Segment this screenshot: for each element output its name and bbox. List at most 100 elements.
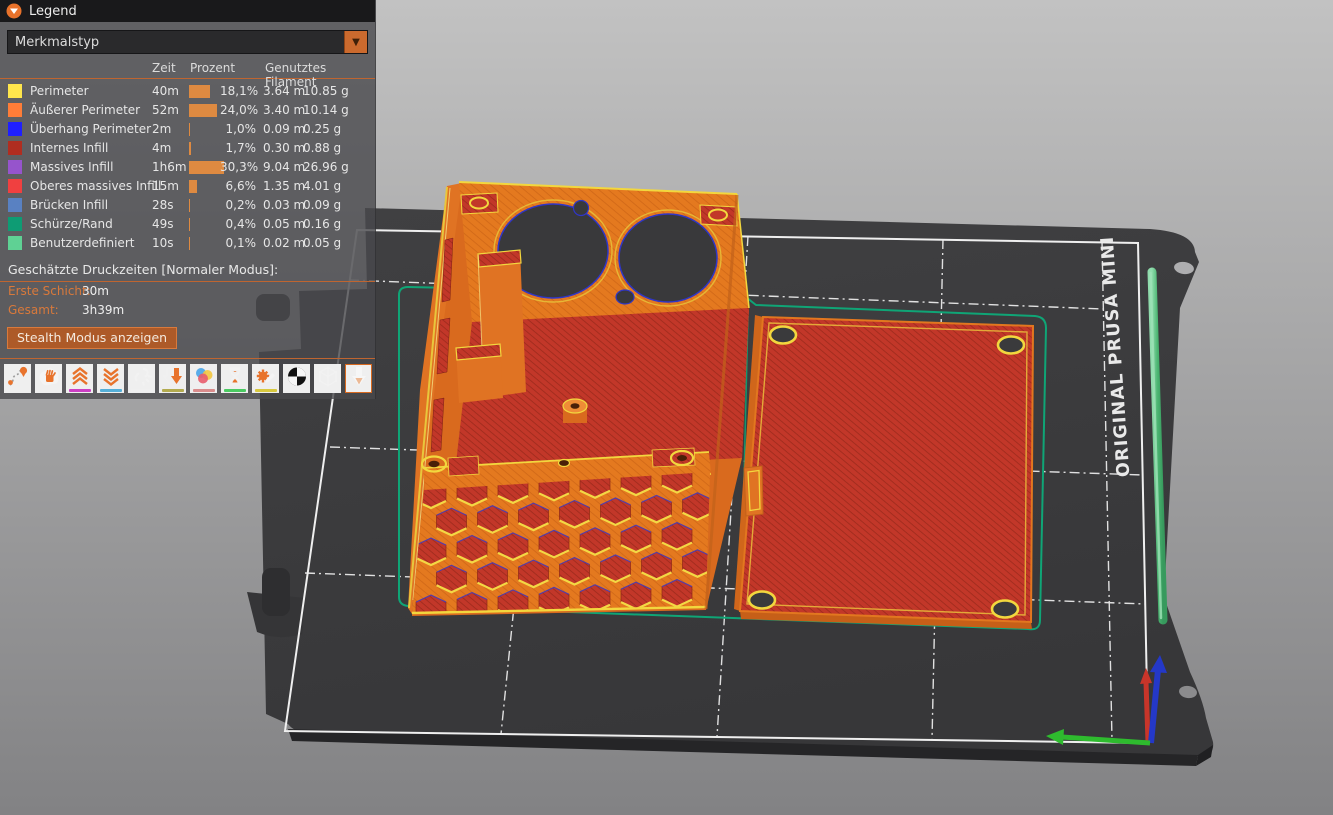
feature-type-row[interactable]: Benutzerdefiniert10s0,1%0.02 m0.05 g — [0, 234, 375, 253]
feature-label: Internes Infill — [30, 141, 108, 155]
lid-side-tab — [744, 466, 763, 516]
filament-weight: 10.85 g — [303, 84, 349, 98]
feature-color-swatch — [8, 179, 22, 193]
feature-percent: 1,0% — [220, 122, 256, 136]
percent-bar — [189, 199, 190, 212]
feature-color-swatch — [8, 217, 22, 231]
col-time: Zeit — [152, 61, 176, 75]
tool-marker-button[interactable] — [345, 364, 372, 393]
feature-time: 49s — [152, 217, 174, 231]
wipe-moves-button[interactable] — [35, 364, 62, 393]
model-enclosure-box[interactable] — [408, 182, 749, 622]
seams-button[interactable] — [128, 364, 155, 393]
view-type-dropdown[interactable]: Merkmalstyp ▼ — [7, 30, 368, 54]
color-changes-button[interactable] — [190, 364, 217, 393]
feature-percent: 0,2% — [220, 198, 256, 212]
legend-header[interactable]: Legend — [0, 0, 375, 22]
pause-prints-button[interactable] — [221, 364, 248, 393]
filament-weight: 26.96 g — [303, 160, 349, 174]
feature-percent: 1,7% — [220, 141, 256, 155]
feature-label: Schürze/Rand — [30, 217, 113, 231]
filament-weight: 10.14 g — [303, 103, 349, 117]
filament-weight: 0.25 g — [303, 122, 341, 136]
feature-percent: 0,4% — [220, 217, 256, 231]
feature-type-row[interactable]: Perimeter 40m 18,1% 3.64 m10.85 g — [0, 82, 375, 101]
feature-type-row[interactable]: Brücken Infill28s0,2%0.03 m0.09 g — [0, 196, 375, 215]
filament-length: 3.40 m — [263, 103, 305, 117]
col-percent: Prozent — [190, 61, 235, 75]
feature-percent: 18,1% — [220, 84, 256, 98]
filament-weight: 0.88 g — [303, 141, 341, 155]
bed-knob-lower — [262, 568, 290, 616]
filament-length: 1.35 m — [263, 179, 305, 193]
filament-weight: 0.05 g — [303, 236, 341, 250]
percent-bar — [189, 104, 217, 117]
feature-color-swatch — [8, 198, 22, 212]
custom-gcodes-button[interactable] — [252, 364, 279, 393]
feature-time: 2m — [152, 122, 171, 136]
deretractions-button[interactable] — [97, 364, 124, 393]
view-type-value: Merkmalstyp — [8, 35, 344, 50]
feature-time: 40m — [152, 84, 179, 98]
feature-type-row[interactable]: Schürze/Rand49s0,4%0.05 m0.16 g — [0, 215, 375, 234]
first-layer-value: 30m — [82, 284, 109, 298]
percent-bar — [189, 123, 190, 136]
feature-label: Benutzerdefiniert — [30, 236, 134, 250]
center-of-mass-button[interactable] — [283, 364, 310, 393]
percent-bar — [189, 218, 190, 231]
filament-length: 0.05 m — [263, 217, 305, 231]
feature-type-row[interactable]: Internes Infill 4m 1,7% 0.30 m0.88 g — [0, 139, 375, 158]
feature-time: 15m — [152, 179, 179, 193]
estimates-heading: Geschätzte Druckzeiten [Normaler Modus]: — [0, 257, 375, 281]
custom-gcodes-icon — [254, 365, 278, 388]
dropdown-arrow-icon[interactable]: ▼ — [344, 31, 367, 53]
filament-length: 3.64 m — [263, 84, 305, 98]
fan-hole-right — [619, 214, 717, 302]
legend-table-header: Zeit Prozent Genutztes Filament — [0, 58, 375, 78]
feature-time: 1h6m — [152, 160, 187, 174]
deretractions-icon — [99, 365, 123, 388]
feature-percent: 24,0% — [220, 103, 256, 117]
feature-type-row[interactable]: Überhang Perimeter2m1,0%0.09 m0.25 g — [0, 120, 375, 139]
percent-bar — [189, 161, 224, 174]
feature-time: 28s — [152, 198, 174, 212]
feature-label: Äußerer Perimeter — [30, 103, 140, 117]
stealth-mode-button[interactable]: Stealth Modus anzeigen — [7, 327, 177, 349]
percent-bar — [189, 180, 197, 193]
model-lid-plate[interactable] — [734, 315, 1033, 629]
filament-weight: 4.01 g — [303, 179, 341, 193]
feature-color-swatch — [8, 103, 22, 117]
collapse-arrow-icon[interactable] — [6, 3, 22, 19]
feature-type-row[interactable]: Äußerer Perimeter52m24,0%3.40 m10.14 g — [0, 101, 375, 120]
feature-label: Massives Infill — [30, 160, 113, 174]
feature-percent: 6,6% — [220, 179, 256, 193]
center-of-mass-icon — [285, 365, 309, 388]
percent-bar — [189, 85, 210, 98]
feature-type-row[interactable]: Oberes massives Infill15m6,6%1.35 m4.01 … — [0, 177, 375, 196]
feature-type-row[interactable]: Massives Infill1h6m30,3%9.04 m26.96 g — [0, 158, 375, 177]
feature-time: 4m — [152, 141, 171, 155]
tool-changes-button[interactable] — [159, 364, 186, 393]
filament-weight: 0.09 g — [303, 198, 341, 212]
feature-color-swatch — [8, 141, 22, 155]
filament-length: 9.04 m — [263, 160, 305, 174]
feature-label: Brücken Infill — [30, 198, 108, 212]
percent-bar — [189, 237, 190, 250]
feature-color-swatch — [8, 84, 22, 98]
percent-bar — [189, 142, 191, 155]
feature-label: Überhang Perimeter — [30, 122, 151, 136]
travel-moves-button[interactable] — [4, 364, 31, 393]
retractions-button[interactable] — [66, 364, 93, 393]
feature-label: Perimeter — [30, 84, 89, 98]
filament-length: 0.30 m — [263, 141, 305, 155]
feature-color-swatch — [8, 236, 22, 250]
feature-time: 10s — [152, 236, 174, 250]
feature-percent: 0,1% — [220, 236, 256, 250]
total-label: Gesamt: — [8, 303, 59, 317]
legend-panel: Legend Merkmalstyp ▼ Zeit Prozent Genutz… — [0, 0, 376, 399]
honeycomb-vents — [416, 466, 713, 622]
first-layer-time-row: Erste Schicht: 30m — [0, 282, 375, 301]
first-layer-label: Erste Schicht: — [8, 284, 91, 298]
travel-moves-icon — [6, 365, 30, 388]
shells-button[interactable] — [314, 364, 341, 393]
